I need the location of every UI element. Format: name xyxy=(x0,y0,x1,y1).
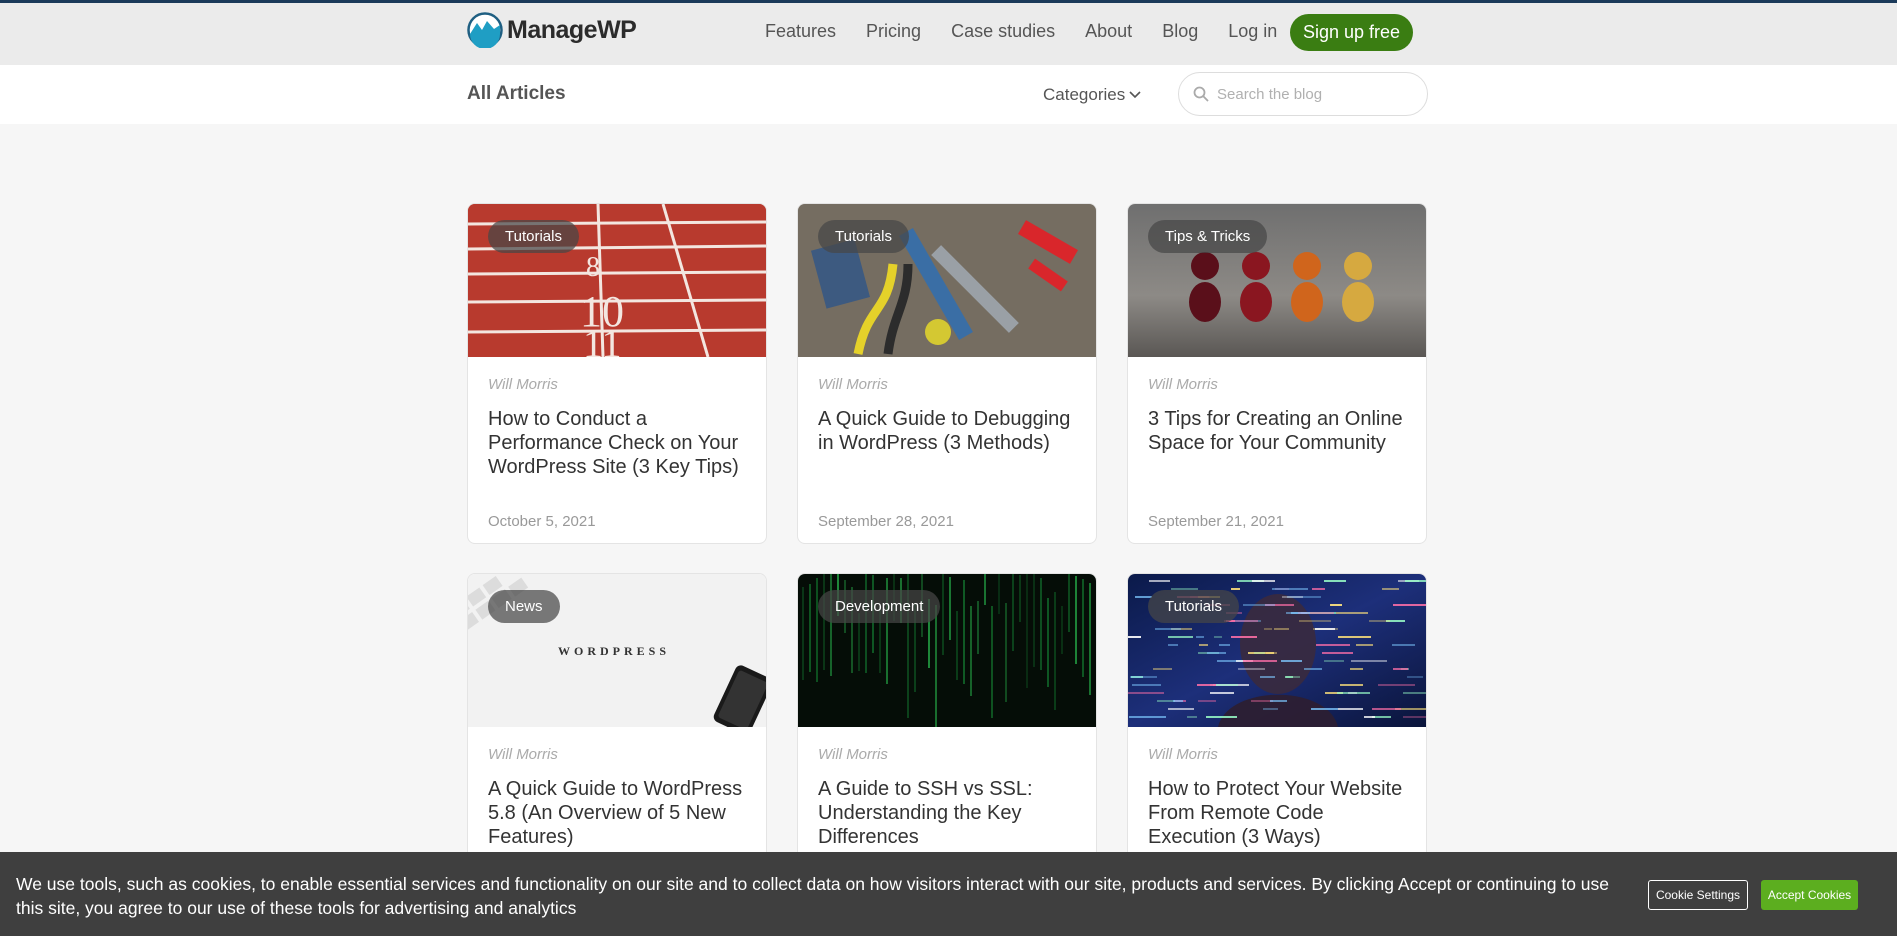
article-image: Tutorials xyxy=(1128,574,1426,727)
category-tag[interactable]: Development xyxy=(818,590,941,623)
nav-features[interactable]: Features xyxy=(765,21,836,42)
logo[interactable]: ManageWP xyxy=(467,12,637,48)
category-tag[interactable]: Tips & Tricks xyxy=(1148,220,1268,253)
article-title[interactable]: How to Protect Your Website From Remote … xyxy=(1148,777,1413,849)
category-tag[interactable]: Tutorials xyxy=(818,220,909,253)
article-date: October 5, 2021 xyxy=(488,513,596,530)
article-title[interactable]: A Quick Guide to Debugging in WordPress … xyxy=(818,407,1083,455)
search-icon xyxy=(1193,86,1209,102)
article-image: 10 8 11 Tutorials xyxy=(468,204,766,357)
site-header: ManageWP Features Pricing Case studies A… xyxy=(0,3,1897,65)
article-title[interactable]: A Quick Guide to WordPress 5.8 (An Overv… xyxy=(488,777,753,849)
article-image: Development xyxy=(798,574,1096,727)
blog-subbar: All Articles Categories xyxy=(0,65,1897,124)
logo-text: ManageWP xyxy=(507,15,637,44)
article-author[interactable]: Will Morris xyxy=(488,746,558,763)
article-card[interactable]: WORDPRESS News Will Morris A Quick Guide… xyxy=(467,573,767,863)
article-author[interactable]: Will Morris xyxy=(818,376,888,393)
article-card[interactable]: Development Will Morris A Guide to SSH v… xyxy=(797,573,1097,863)
article-card[interactable]: 10 8 11 Tutorials Will Morris How to Con… xyxy=(467,203,767,544)
chevron-down-icon xyxy=(1129,91,1141,99)
nav-blog[interactable]: Blog xyxy=(1162,21,1198,42)
image-wordpress-text: WORDPRESS xyxy=(558,644,671,658)
article-card[interactable]: Tutorials Will Morris How to Protect You… xyxy=(1127,573,1427,863)
search-input[interactable] xyxy=(1217,85,1407,103)
article-author[interactable]: Will Morris xyxy=(1148,376,1218,393)
cookie-settings-button[interactable]: Cookie Settings xyxy=(1648,880,1748,910)
article-image: Tips & Tricks xyxy=(1128,204,1426,357)
category-tag[interactable]: Tutorials xyxy=(488,220,579,253)
article-title[interactable]: A Guide to SSH vs SSL: Understanding the… xyxy=(818,777,1083,849)
signup-button[interactable]: Sign up free xyxy=(1290,14,1413,51)
article-card[interactable]: Tips & Tricks Will Morris 3 Tips for Cre… xyxy=(1127,203,1427,544)
accept-cookies-button[interactable]: Accept Cookies xyxy=(1761,880,1858,910)
main-nav: Features Pricing Case studies About Blog… xyxy=(765,21,1307,42)
svg-text:8: 8 xyxy=(586,252,600,283)
article-title[interactable]: How to Conduct a Performance Check on Yo… xyxy=(488,407,753,479)
svg-text:11: 11 xyxy=(583,321,622,357)
nav-pricing[interactable]: Pricing xyxy=(866,21,921,42)
cookie-text: We use tools, such as cookies, to enable… xyxy=(16,874,1610,918)
article-date: September 28, 2021 xyxy=(818,513,954,530)
categories-dropdown[interactable]: Categories xyxy=(1043,85,1141,105)
categories-label: Categories xyxy=(1043,85,1126,104)
article-author[interactable]: Will Morris xyxy=(818,746,888,763)
article-title[interactable]: 3 Tips for Creating an Online Space for … xyxy=(1148,407,1413,455)
article-image: Tutorials xyxy=(798,204,1096,357)
article-author[interactable]: Will Morris xyxy=(488,376,558,393)
nav-login[interactable]: Log in xyxy=(1228,21,1277,42)
nav-about[interactable]: About xyxy=(1085,21,1132,42)
article-author[interactable]: Will Morris xyxy=(1148,746,1218,763)
article-image: WORDPRESS News xyxy=(468,574,766,727)
article-date: September 21, 2021 xyxy=(1148,513,1284,530)
cookie-banner: We use tools, such as cookies, to enable… xyxy=(0,852,1897,936)
search-box xyxy=(1178,72,1428,116)
category-tag[interactable]: News xyxy=(488,590,560,623)
article-card[interactable]: Tutorials Will Morris A Quick Guide to D… xyxy=(797,203,1097,544)
category-tag[interactable]: Tutorials xyxy=(1148,590,1239,623)
logo-icon xyxy=(467,12,503,48)
all-articles-link[interactable]: All Articles xyxy=(467,83,566,105)
nav-case-studies[interactable]: Case studies xyxy=(951,21,1055,42)
